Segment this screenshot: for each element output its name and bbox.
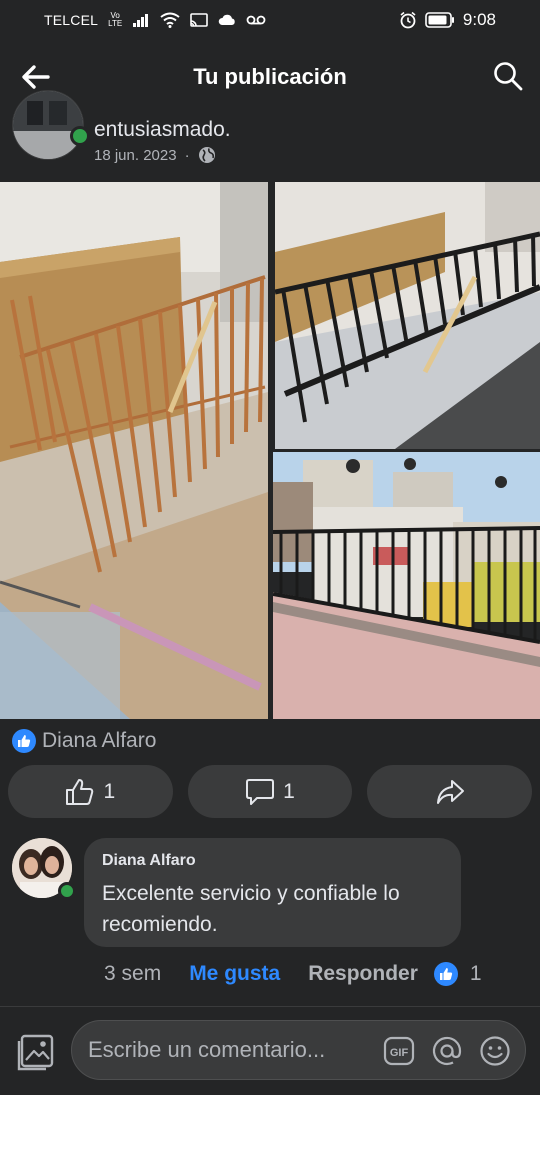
comment-button[interactable]: 1 [187,765,353,818]
comment-like-count: 1 [469,962,482,985]
gallery-icon[interactable] [16,1032,56,1072]
mention-icon[interactable] [431,1035,463,1067]
search-icon[interactable] [492,60,524,92]
volte-indicator: Vo LTE [108,12,122,28]
arrow-left-icon[interactable] [20,62,52,92]
comment-reply-button[interactable]: Responder [308,962,418,986]
like-button[interactable]: 1 [8,765,173,818]
author-name[interactable]: entusiasmado. [94,118,231,142]
like-badge-icon [433,962,458,986]
emoji-icon[interactable] [479,1035,511,1067]
post-header: entusiasmado. 18 jun. 2023 · [0,90,540,176]
cast-icon [190,12,209,27]
composer-divider [0,1006,540,1007]
wifi-icon [160,12,180,28]
thumbs-up-icon [66,778,94,805]
post-date: 18 jun. 2023 [94,146,177,164]
comment-composer: GIF [71,1020,526,1080]
commenter-online-indicator [58,882,76,900]
app-screen: TELCEL Vo LTE 9:08 Tu publicación entusi… [0,0,540,1095]
svg-text:GIF: GIF [390,1047,409,1059]
share-icon [436,779,464,804]
gif-icon[interactable]: GIF [383,1035,415,1067]
share-button[interactable] [367,765,533,818]
post-meta: 18 jun. 2023 · [94,146,216,164]
clock: 9:08 [462,10,496,29]
reaction-summary[interactable]: Diana Alfaro [12,726,156,756]
photo-railing-installation[interactable] [0,182,268,719]
online-indicator [70,126,90,146]
carrier-label: TELCEL [44,12,99,28]
reactor-name: Diana Alfaro [42,729,157,752]
cloud-icon [218,14,235,25]
comment-time: 3 sem [104,962,162,985]
status-bar: TELCEL Vo LTE 9:08 [0,0,540,40]
globe-icon [198,147,215,163]
author-avatar[interactable] [12,90,84,160]
photo-rooftop-railing[interactable] [273,452,540,719]
voicemail-icon [246,15,266,25]
meta-separator: · [184,146,190,164]
comment-meta: 3 sem Me gusta Responder 1 [104,958,524,990]
alarm-icon [400,11,416,29]
battery-icon [425,12,454,28]
comment-reaction-count[interactable]: 1 [433,962,482,986]
page-title: Tu publicación [193,64,347,89]
comment-like-button[interactable]: Me gusta [189,962,280,986]
volte-bottom: LTE [108,19,123,28]
comment-bubble-icon [246,778,275,805]
comment-count: 1 [283,779,295,803]
header-bar: Tu publicación [0,48,540,106]
comment-bubble[interactable]: Diana Alfaro Excelente servicio y confia… [84,838,461,947]
post-actions: 1 1 [8,765,533,818]
signal-icon [133,14,149,27]
like-count: 1 [103,779,116,803]
comment-input[interactable] [88,1037,378,1063]
like-badge-icon [12,729,36,753]
comment-author[interactable]: Diana Alfaro [102,852,443,870]
photo-painted-railing[interactable] [275,182,540,449]
comment-text: Excelente servicio y confiable lo recomi… [102,882,400,936]
